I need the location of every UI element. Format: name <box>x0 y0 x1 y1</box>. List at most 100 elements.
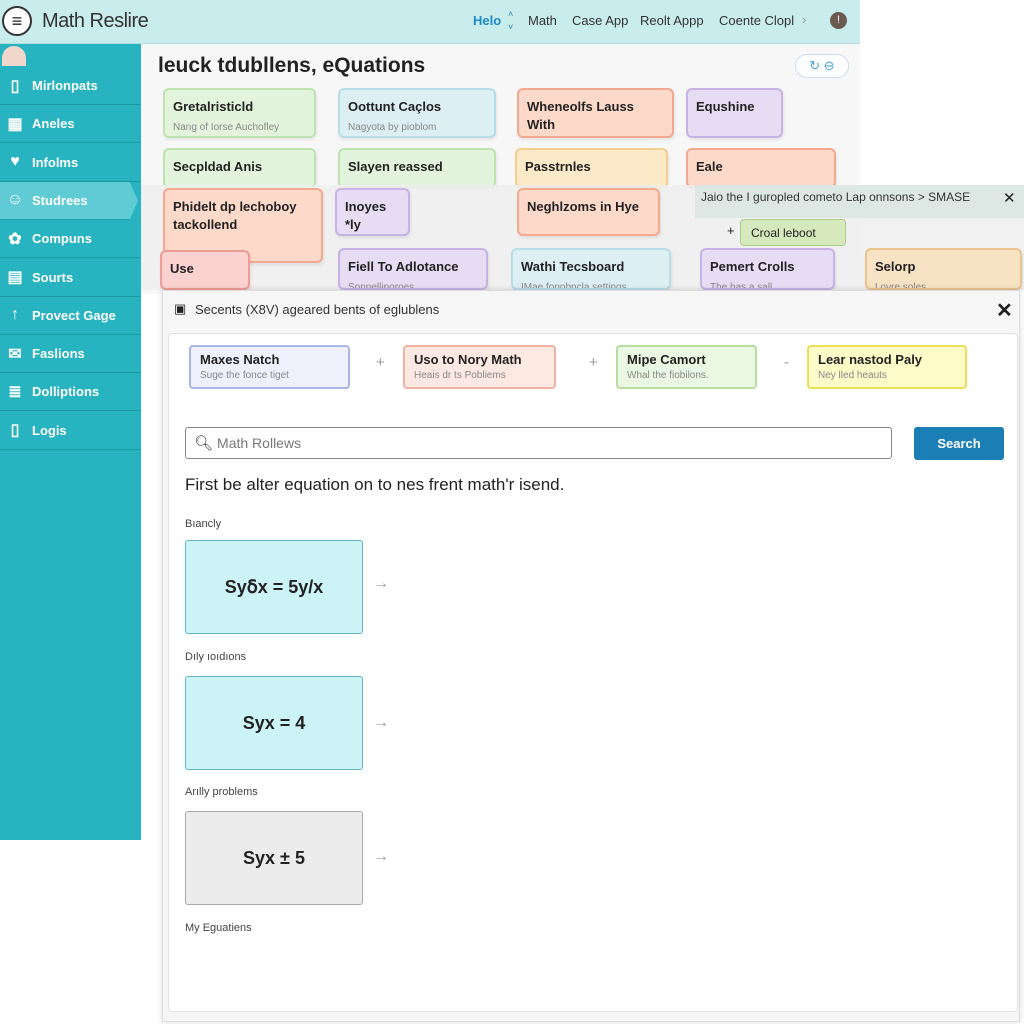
sidebar-item[interactable]: ▤ Sourts <box>0 259 141 297</box>
card-title: Phidelt dp lechoboy tackollend <box>173 199 297 232</box>
sidebar-item[interactable]: ▦ Aneles <box>0 105 141 144</box>
sidebar-item[interactable]: ♥ Infolms <box>0 144 141 182</box>
search-input[interactable] <box>217 435 818 451</box>
sidebar-item-label: Compuns <box>32 231 92 247</box>
nav-link-math[interactable]: Math <box>528 13 557 28</box>
arrow-right-icon[interactable]: → <box>373 575 389 593</box>
dialog-title: Secents (X8V) ageared bents of eglublens <box>195 302 440 317</box>
sidebar-item-label: Sourts <box>32 269 74 285</box>
overlay-action-button[interactable]: Croal leboot <box>740 219 846 246</box>
arrow-right-icon[interactable]: → <box>373 848 389 866</box>
sidebar-item[interactable]: ▯ Logis <box>0 412 141 450</box>
sidebar-item[interactable]: ≣ Dolliptions <box>0 373 141 412</box>
page-title: leuck tdubllens, eQuations <box>158 54 426 77</box>
topic-card[interactable]: Wathi Tecsboard IMae fonobncla settings <box>511 248 671 290</box>
topic-card[interactable]: Pemert Crolls The has a sall <box>700 248 835 290</box>
topic-card[interactable]: Use <box>160 250 250 290</box>
chip-subtitle: Whal the fiobilons. <box>627 370 709 381</box>
plus-icon[interactable]: + <box>727 223 735 238</box>
topic-card[interactable]: Passtrnles <box>515 148 668 188</box>
envelope-icon: ✉ <box>8 345 22 363</box>
nav-link-helo[interactable]: Helo <box>473 13 501 28</box>
topic-chip[interactable]: Uso to Nory Math Heais dr ts Pobliems <box>403 345 556 389</box>
card-title: Passtrnles <box>525 159 591 174</box>
topic-card[interactable]: Gretalristicld Nang of Iorse Auchofley <box>163 88 316 138</box>
search-button[interactable]: Search <box>914 427 1004 460</box>
topic-chip[interactable]: Lear nastod Paly Ney lled heauts <box>807 345 967 389</box>
overlay-title: Jaio the I guropled cometo Lap onnsons >… <box>701 190 971 204</box>
dialog-close-button[interactable]: ✕ <box>996 298 1013 323</box>
card-subtitle: Lovre soles <box>875 282 927 290</box>
topic-card[interactable]: Inoyes *ly <box>335 188 410 236</box>
section-label: Bıancly <box>185 518 222 530</box>
document-icon: ▣ <box>174 301 187 316</box>
minus-separator: - <box>784 354 789 371</box>
topic-card[interactable]: Fiell To Adlotance Sonnellinoroes <box>338 248 488 290</box>
topic-card[interactable]: Oottunt Caçlos Nagyota by pioblom <box>338 88 496 138</box>
equation-card[interactable]: Syx ± 5 <box>185 811 363 905</box>
sort-arrows-icon[interactable]: ˄ ˅ <box>508 8 513 34</box>
avatar[interactable] <box>2 46 26 66</box>
mobile-icon: ▯ <box>10 422 20 440</box>
instruction-text: First be alter equation on to nes frent … <box>185 475 565 494</box>
sidebar-item[interactable]: ✉ Faslions <box>0 335 141 374</box>
sidebar-item-label: Faslions <box>32 346 85 362</box>
info-icon[interactable]: ! <box>830 12 847 29</box>
chip-title: Lear nastod Paly <box>818 352 923 367</box>
topic-card[interactable]: Neghlzoms in Hye <box>517 188 660 236</box>
section-label: Dıly ıoıdıons <box>185 651 247 663</box>
card-subtitle: Nagyota by pioblom <box>348 122 437 133</box>
card-title: Secpldad Anis <box>173 159 263 174</box>
sidebar-item-label: Mirlonpats <box>32 78 98 93</box>
topic-chip[interactable]: Mipe Camort Whal the fiobilons. <box>616 345 757 389</box>
nav-link-case-app[interactable]: Case App <box>572 13 628 28</box>
sidebar-item[interactable]: ↑ Provect Gage <box>0 297 141 335</box>
equation-card[interactable]: Syẟx = 5y/x <box>185 540 363 634</box>
card-title: Wheneolfs Lauss With <box>527 99 634 132</box>
card-title: Neghlzoms in Hye <box>527 199 639 214</box>
topic-card[interactable]: Secpldad Anis <box>163 148 316 188</box>
plus-separator: + <box>589 354 598 371</box>
card-subtitle: The has a sall <box>710 282 773 290</box>
topic-card[interactable]: Eale <box>686 148 836 188</box>
section-label: Arılly problems <box>185 786 258 798</box>
student-icon: ☺ <box>6 191 24 209</box>
card-title: Inoyes *ly <box>345 199 387 232</box>
equation-card[interactable]: Syx = 4 <box>185 676 363 770</box>
arrow-right-icon[interactable]: → <box>373 714 389 732</box>
plus-separator: + <box>376 354 385 371</box>
search-icon: 🔍︎ <box>194 435 214 452</box>
overlay-header: Jaio the I guropled cometo Lap onnsons >… <box>695 185 1024 218</box>
search-field[interactable]: 🔍︎ <box>185 427 892 459</box>
topic-card[interactable]: Selorp Lovre soles <box>865 248 1022 290</box>
topic-card[interactable]: Equshine <box>686 88 783 138</box>
card-title: Gretalristicld <box>173 99 254 114</box>
close-icon[interactable]: ✕ <box>1003 189 1016 207</box>
nav-link-coente[interactable]: Coente Clopl <box>719 13 794 28</box>
list-icon: ≣ <box>8 383 22 401</box>
nav-link-reolt-app[interactable]: Reolt Appp <box>640 13 704 28</box>
chip-subtitle: Suge the fonce tiget <box>200 370 289 381</box>
card-title: Equshine <box>696 99 755 114</box>
hamburger-icon[interactable]: ≡ <box>2 6 32 36</box>
card-subtitle: IMae fonobncla settings <box>521 282 627 290</box>
card-title: Slayen reassed <box>348 159 443 174</box>
topic-card[interactable]: Wheneolfs Lauss With <box>517 88 674 138</box>
card-title: Eale <box>696 159 723 174</box>
sidebar-item[interactable]: ✿ Compuns <box>0 220 141 259</box>
chip-title: Mipe Camort <box>627 352 706 367</box>
chip-title: Uso to Nory Math <box>414 352 522 367</box>
sidebar-item-label: Provect Gage <box>32 307 116 323</box>
sidebar-item[interactable]: ▯ Mirlonpats <box>0 67 141 105</box>
card-title: Use <box>170 261 194 276</box>
calendar-icon: ▦ <box>7 115 23 133</box>
card-title: Oottunt Caçlos <box>348 99 442 114</box>
refresh-toggle-button[interactable]: ↻ ⊖ <box>795 54 849 78</box>
globe-icon: ✿ <box>8 230 22 248</box>
topic-chip[interactable]: Maxes Natch Suge the fonce tiget <box>189 345 350 389</box>
topic-card[interactable]: Slayen reassed <box>338 148 496 188</box>
card-title: Selorp <box>875 259 916 274</box>
chevron-right-icon[interactable]: › <box>802 12 806 27</box>
sidebar-item[interactable]: ☺ Studrees <box>0 181 138 220</box>
chip-subtitle: Ney lled heauts <box>818 370 887 381</box>
